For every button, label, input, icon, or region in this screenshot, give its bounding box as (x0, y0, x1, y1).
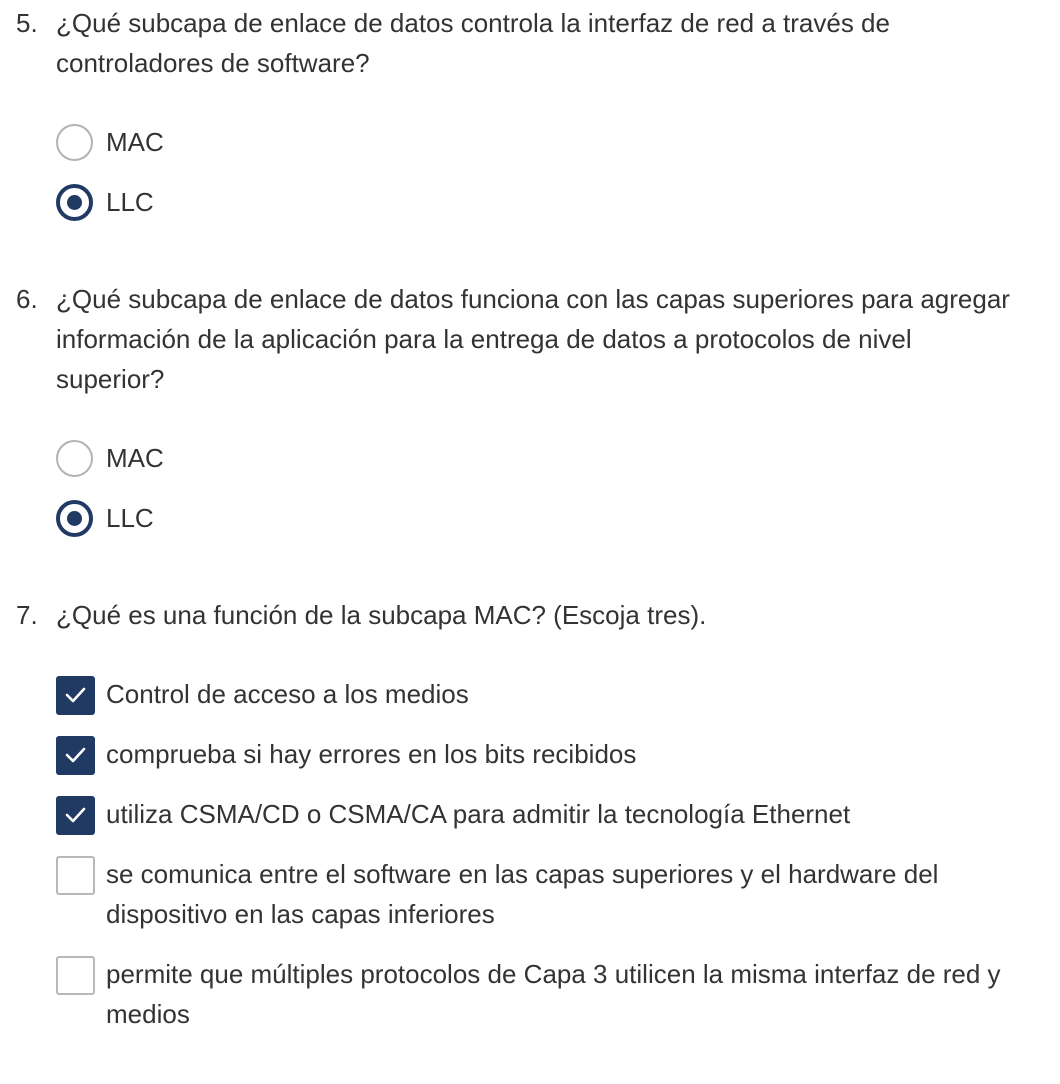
answer-label: se comunica entre el software en las cap… (106, 859, 939, 929)
radio-selected-icon[interactable] (56, 500, 93, 537)
answer-label: LLC (106, 503, 154, 533)
checkmark-icon (65, 747, 86, 763)
checkmark-icon (65, 807, 86, 823)
question-7-header: 7. ¿Qué es una función de la subcapa MAC… (16, 595, 1026, 635)
checkbox-empty-icon[interactable] (56, 956, 95, 995)
question-6-header: 6. ¿Qué subcapa de enlace de datos funci… (16, 279, 1026, 394)
answer-label: MAC (106, 127, 164, 157)
radio-unselected-icon[interactable] (56, 124, 93, 161)
question-number: 7. (16, 600, 38, 630)
answer-label: MAC (106, 443, 164, 473)
question-number: 6. (16, 284, 38, 314)
answer-label: comprueba si hay errores en los bits rec… (106, 739, 637, 769)
answer-label: utiliza CSMA/CD o CSMA/CA para admitir l… (106, 799, 851, 829)
answer-label: LLC (106, 187, 154, 217)
checkbox-empty-icon[interactable] (56, 856, 95, 895)
question-text: ¿Qué subcapa de enlace de datos controla… (56, 8, 890, 78)
radio-selected-icon[interactable] (56, 184, 93, 221)
radio-unselected-icon[interactable] (56, 440, 93, 477)
checkbox-checked[interactable] (56, 676, 95, 715)
answer-label: Control de acceso a los medios (106, 679, 469, 709)
checkmark-icon (65, 687, 86, 703)
question-number: 5. (16, 8, 38, 38)
question-5-header: 5. ¿Qué subcapa de enlace de datos contr… (16, 3, 1026, 78)
checkbox-checked[interactable] (56, 796, 95, 835)
question-text: ¿Qué subcapa de enlace de datos funciona… (56, 284, 1010, 394)
question-text: ¿Qué es una función de la subcapa MAC? (… (56, 600, 707, 630)
answer-label: permite que múltiples protocolos de Capa… (106, 959, 1001, 1029)
checkbox-checked[interactable] (56, 736, 95, 775)
